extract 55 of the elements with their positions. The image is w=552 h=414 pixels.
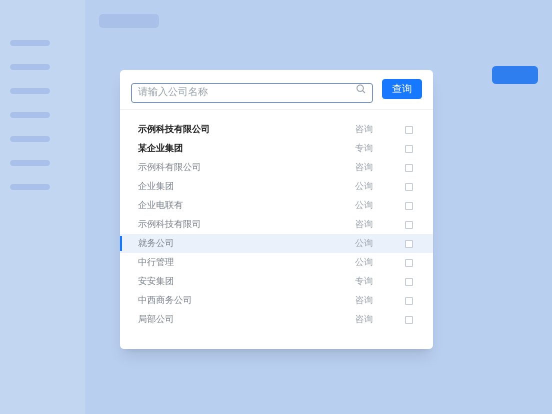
checkbox[interactable]: [405, 182, 413, 190]
search-icon: [356, 84, 366, 94]
type-label: 公询: [355, 180, 374, 193]
type-label: 咨询: [355, 218, 374, 231]
list-row[interactable]: 中西商务公司 咨询: [120, 291, 433, 310]
sidebar-item-placeholder: [10, 40, 50, 46]
checkbox[interactable]: [405, 258, 413, 266]
type-label: 咨询: [355, 312, 374, 326]
type-label: 公询: [355, 198, 374, 212]
search-field[interactable]: 请输入公司名称: [131, 82, 373, 102]
checkbox[interactable]: [405, 144, 413, 152]
checkbox[interactable]: [405, 202, 413, 210]
selection-indicator: [120, 236, 122, 251]
checkbox[interactable]: [405, 278, 413, 286]
list-row[interactable]: 某企业集团 专询: [120, 139, 433, 158]
sidebar-item-placeholder: [10, 88, 50, 94]
search-button[interactable]: 查询: [382, 79, 422, 99]
sidebar-item-placeholder: [10, 160, 50, 166]
company-name: 就务公司: [138, 236, 175, 250]
checkbox[interactable]: [405, 126, 413, 134]
company-name: 中行管理: [138, 256, 175, 269]
list-row[interactable]: 中行管理 公询: [120, 253, 433, 272]
sidebar-item-placeholder: [10, 64, 50, 70]
company-name: 示例科技有限公司: [138, 122, 211, 136]
list-row[interactable]: 示例科技有限公司 咨询: [120, 120, 433, 139]
checkbox[interactable]: [405, 316, 413, 324]
company-name: 示例科有限公司: [138, 160, 202, 174]
list-row[interactable]: 企业电联有 公询: [120, 196, 433, 215]
sidebar-item-placeholder: [10, 112, 50, 118]
list-row[interactable]: 就务公司 公询: [120, 234, 433, 253]
sidebar-item-placeholder: [10, 184, 50, 190]
company-name: 企业集团: [138, 180, 175, 193]
type-label: 咨询: [355, 160, 374, 174]
type-label: 咨询: [355, 122, 374, 136]
company-name: 局部公司: [138, 312, 175, 326]
list-row[interactable]: 局部公司 咨询: [120, 310, 433, 329]
company-name: 安安集团: [138, 274, 175, 288]
company-name: 某企业集团: [138, 142, 184, 155]
type-label: 专询: [355, 274, 374, 288]
list-row[interactable]: 企业集团 公询: [120, 177, 433, 196]
company-name: 示例科技有限司: [138, 218, 202, 231]
type-label: 公询: [355, 256, 374, 269]
checkbox[interactable]: [405, 296, 413, 304]
checkbox[interactable]: [405, 240, 413, 248]
sidebar-item-placeholder: [10, 136, 50, 142]
list-row[interactable]: 示例科有限公司 咨询: [120, 158, 433, 177]
company-name: 企业电联有: [138, 198, 184, 212]
company-name: 中西商务公司: [138, 294, 193, 307]
list-row[interactable]: 示例科技有限司 咨询: [120, 215, 433, 234]
type-label: 咨询: [355, 294, 374, 307]
checkbox[interactable]: [405, 164, 413, 172]
checkbox[interactable]: [405, 220, 413, 228]
type-label: 公询: [355, 236, 374, 250]
type-label: 专询: [355, 142, 374, 155]
list-row[interactable]: 安安集团 专询: [120, 272, 433, 291]
